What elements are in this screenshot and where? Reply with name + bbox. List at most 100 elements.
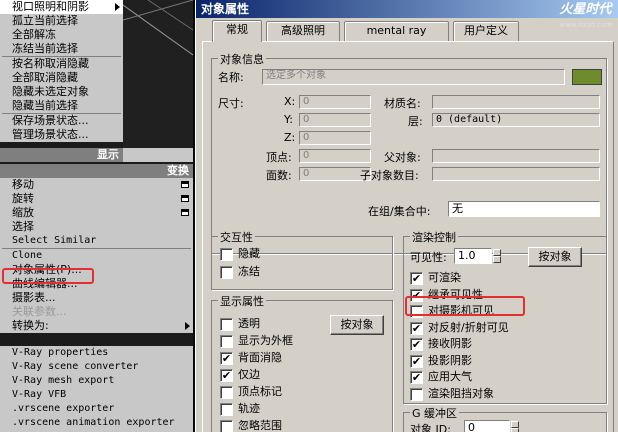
freeze-checkbox[interactable] — [220, 266, 233, 279]
menu-item-unhide-all[interactable]: 全部取消隐藏 — [0, 71, 123, 85]
tab-general[interactable]: 常规 — [212, 20, 262, 42]
checkbox-row[interactable]: ✔ 可渲染 — [410, 271, 461, 286]
menu-item-vray-properties[interactable]: V-Ray properties — [0, 346, 193, 360]
group-legend: 交互性 — [218, 229, 255, 245]
menu-item-label: 孤立当前选择 — [12, 14, 78, 27]
menu-item-dope-sheet[interactable]: 摄影表... — [0, 291, 193, 305]
menu-item-scale[interactable]: 缩放 — [0, 206, 193, 220]
menu-item-freeze-selection[interactable]: 冻结当前选择 — [0, 42, 123, 56]
menu-item-hide-selection[interactable]: 隐藏当前选择 — [0, 99, 123, 113]
tab-mental-ray[interactable]: mental ray — [344, 21, 449, 41]
checkbox-label: 可渲染 — [428, 271, 461, 284]
menu-item-vrscene-exporter[interactable]: .vrscene exporter — [0, 402, 193, 416]
checkbox-row[interactable]: 渲染阻挡对象 — [410, 387, 494, 402]
freeze-checkbox-row[interactable]: 冻结 — [220, 265, 260, 280]
layer-label: 层: — [408, 115, 423, 128]
menu-item-label: V-Ray mesh export — [12, 375, 115, 386]
menu-item-select[interactable]: 选择 — [0, 220, 193, 234]
checkbox-checked-icon[interactable]: ✔ — [410, 371, 423, 384]
checkbox-label: 背面消隐 — [238, 351, 282, 364]
checkbox-unchecked-icon[interactable] — [220, 318, 233, 331]
menu-item-clone[interactable]: Clone — [0, 249, 193, 263]
object-id-spinner[interactable] — [511, 421, 519, 432]
group-legend: 渲染控制 — [410, 229, 458, 245]
hide-checkbox[interactable] — [220, 248, 233, 261]
menu-item-convert-to[interactable]: 转换为: — [0, 319, 193, 333]
menu-item-unhide-by-name[interactable]: 按名称取消隐藏 — [0, 57, 123, 71]
settings-box-icon[interactable] — [181, 209, 189, 216]
checkbox-unchecked-icon[interactable] — [410, 387, 423, 401]
visibility-spinner[interactable] — [493, 249, 501, 263]
menu-item-label: V-Ray scene converter — [12, 361, 139, 372]
checkbox-unchecked-icon[interactable] — [220, 420, 233, 432]
menu-item-unfreeze-all[interactable]: 全部解冻 — [0, 28, 123, 42]
dialog-title-bar: 对象属性 火星时代 www.hxsd.com — [196, 0, 618, 29]
menu-item-isolate[interactable]: 孤立当前选择 — [0, 14, 123, 28]
checkbox-row[interactable]: 忽略范围 — [220, 419, 282, 432]
menu-item-vray-vfb[interactable]: V-Ray VFB — [0, 388, 193, 402]
settings-box-icon[interactable] — [181, 195, 189, 202]
display-by-object-button[interactable]: 按对象 — [330, 315, 384, 335]
vertices-label: 顶点: — [266, 151, 292, 164]
menu-item-vray-scene-converter[interactable]: V-Ray scene converter — [0, 360, 193, 374]
checkbox-row[interactable]: ✔ 背面消隐 — [220, 351, 282, 366]
spinner-down-icon[interactable] — [511, 428, 519, 432]
checkbox-row[interactable]: ✔ 对反射/折射可见 — [410, 321, 509, 336]
checkbox-label: 对反射/折射可见 — [428, 320, 509, 334]
settings-box-icon[interactable] — [181, 181, 189, 188]
checkbox-unchecked-icon[interactable] — [220, 403, 233, 416]
logo-url: www.hxsd.com — [559, 21, 612, 29]
menu-item-label: 旋转 — [12, 192, 34, 205]
checkbox-checked-icon[interactable]: ✔ — [410, 321, 423, 335]
menu-item-wire-parameters[interactable]: 关联参数... — [0, 305, 193, 319]
checkbox-checked-icon[interactable]: ✔ — [410, 272, 423, 285]
menu-item-viewport-lighting[interactable]: 视口照明和阴影 — [0, 0, 123, 14]
spinner-up-icon[interactable] — [511, 421, 519, 428]
checkbox-checked-icon[interactable]: ✔ — [220, 352, 233, 365]
checkbox-label: 投影阴影 — [428, 353, 472, 367]
checkbox-row[interactable]: ✔ 接收阴影 — [410, 337, 472, 352]
transform-menu-section: 显示 变换 移动 旋转 缩放 选择 Select Similar Clone 对… — [0, 148, 193, 333]
menu-item-label: 移动 — [12, 178, 34, 191]
object-id-input[interactable]: 0 — [464, 420, 510, 432]
menu-item-select-similar[interactable]: Select Similar — [0, 234, 193, 248]
checkbox-checked-icon[interactable]: ✔ — [410, 338, 423, 351]
hide-checkbox-row[interactable]: 隐藏 — [220, 247, 260, 262]
object-color-swatch[interactable] — [572, 69, 602, 85]
size-label: 尺寸: — [218, 97, 244, 110]
checkbox-row[interactable]: ✔ 应用大气 — [410, 370, 472, 385]
render-by-object-button[interactable]: 按对象 — [528, 247, 582, 267]
spinner-up-icon[interactable] — [493, 249, 501, 256]
menu-item-vrscene-animation-exporter[interactable]: .vrscene animation exporter — [0, 416, 193, 430]
object-properties-dialog: 对象属性 火星时代 www.hxsd.com 常规 高级照明 mental ray… — [195, 0, 618, 432]
menu-item-vray-mesh-export[interactable]: V-Ray mesh export — [0, 374, 193, 388]
checkbox-row[interactable]: 轨迹 — [220, 402, 260, 417]
checkbox-row[interactable]: 显示为外框 — [220, 334, 293, 349]
interactivity-group: 交互性 隐藏 冻结 — [211, 229, 393, 290]
group-legend: 显示属性 — [218, 293, 266, 309]
quad-menu: 视口照明和阴影 孤立当前选择 全部解冻 冻结当前选择 按名称取消隐藏 全部取消隐… — [0, 0, 193, 432]
checkbox-row[interactable]: ✔ 仅边 — [220, 368, 260, 383]
menu-item-label: 冻结当前选择 — [12, 42, 78, 55]
menu-item-save-scene-state[interactable]: 保存场景状态... — [0, 114, 123, 128]
visibility-input[interactable]: 1.0 — [454, 248, 492, 264]
checkbox-label: 冻结 — [238, 265, 260, 278]
menu-item-hide-unselected[interactable]: 隐藏未选定对象 — [0, 85, 123, 99]
checkbox-row[interactable]: 顶点标记 — [220, 385, 282, 400]
menu-item-label: 全部解冻 — [12, 28, 56, 41]
visibility-label: 可见性: — [410, 251, 447, 264]
checkbox-row[interactable]: ✔ 投影阴影 — [410, 354, 472, 369]
tab-user-defined[interactable]: 用户定义 — [453, 21, 519, 41]
tab-advanced-lighting[interactable]: 高级照明 — [266, 21, 340, 41]
menu-item-move[interactable]: 移动 — [0, 178, 193, 192]
checkbox-checked-icon[interactable]: ✔ — [220, 369, 233, 382]
checkbox-unchecked-icon[interactable] — [220, 386, 233, 399]
checkbox-row[interactable]: 透明 — [220, 317, 260, 332]
menu-item-rotate[interactable]: 旋转 — [0, 192, 193, 206]
spinner-down-icon[interactable] — [493, 256, 501, 263]
checkbox-unchecked-icon[interactable] — [220, 335, 233, 348]
g-buffer-group: G 缓冲区 对象 ID: 0 — [403, 405, 607, 432]
name-field[interactable]: 选定多个对象 — [262, 69, 565, 85]
menu-item-manage-scene-state[interactable]: 管理场景状态... — [0, 128, 123, 142]
checkbox-checked-icon[interactable]: ✔ — [410, 354, 423, 368]
